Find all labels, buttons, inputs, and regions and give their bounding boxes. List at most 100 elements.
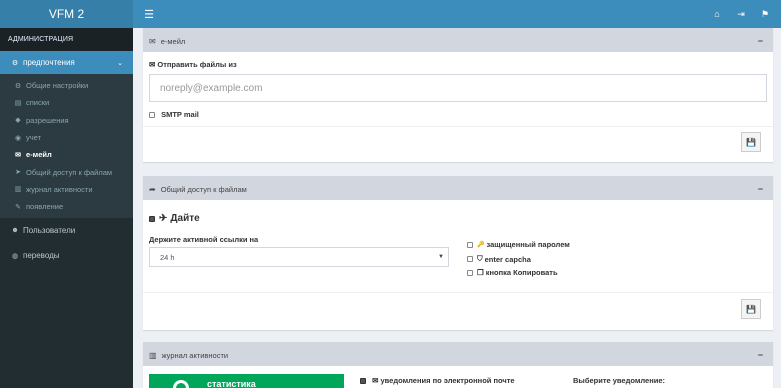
email-notifications-label: уведомления по электронной почте (380, 376, 515, 385)
option-captcha[interactable]: ⛉ enter capcha (467, 254, 531, 264)
sidebar-item-label: переводы (23, 251, 60, 261)
password-checkbox[interactable] (467, 241, 473, 248)
send-from-input[interactable]: noreply@example.com (149, 74, 767, 102)
collapse-icon[interactable]: − (758, 36, 763, 46)
statistics-label: статистика (207, 379, 256, 388)
option-label: защищенный паролем (486, 240, 570, 249)
panel-title: e-мейл (160, 36, 186, 46)
keep-links-label: Держите активной ссылки на (149, 235, 259, 244)
file-sharing-panel: ➦ Общий доступ к файлам − ✈ Дайте Держит… (143, 176, 773, 330)
main-content: ✉ e-мейл − ✉ Отправить файлы из noreply@… (133, 28, 781, 388)
top-navbar: ☰ ⌂ ⇥ ⚑ (133, 0, 781, 28)
sidebar-item-label: журнал активности (26, 184, 93, 194)
sidebar-item-label: предпочтения (23, 58, 75, 67)
floppy-disk-icon: 💾 (746, 137, 756, 147)
envelope-icon: ✉ (15, 151, 21, 159)
collapse-icon[interactable]: − (758, 184, 763, 194)
choose-notification-label: Выберите уведомление: (573, 376, 666, 385)
sidebar-item-accounts[interactable]: ◉ учет (0, 129, 133, 146)
home-icon[interactable]: ⌂ (705, 9, 729, 19)
caret-down-icon: ▼ (438, 254, 444, 260)
sidebar-item-preferences[interactable]: ⚙ предпочтения ⌄ (0, 51, 133, 74)
sidebar-item-label: Общие настройки (26, 81, 89, 91)
logout-icon[interactable]: ⇥ (729, 9, 753, 20)
option-password[interactable]: 🔑 защищенный паролем (467, 240, 570, 249)
flag-icon[interactable]: ⚑ (753, 9, 777, 20)
copy-icon: ❐ (477, 268, 484, 277)
sidebar-item-label: Общий доступ к файлам (26, 167, 113, 177)
statistics-box[interactable]: статистика (149, 374, 344, 388)
email-notifications-row[interactable]: ✉ уведомления по электронной почте (360, 376, 515, 385)
keep-links-value: 24 h (160, 252, 175, 262)
option-label: enter capcha (484, 254, 531, 264)
sidebar-item-appearance[interactable]: ✎ появление (0, 198, 133, 215)
pie-chart-icon (173, 380, 189, 388)
key-icon: 🔑 (477, 242, 485, 248)
users-icon: ☻ (11, 227, 19, 235)
paper-plane-icon: ✈ (159, 213, 168, 224)
paper-plane-icon: ➤ (15, 169, 21, 177)
gear-icon: ⚙ (11, 59, 19, 67)
save-button[interactable]: 💾 (741, 299, 761, 319)
sidebar-item-activity-log[interactable]: ▥ журнал активности (0, 181, 133, 198)
sidebar-item-users[interactable]: ☻ Пользователи (0, 218, 133, 243)
panel-title: Общий доступ к файлам (160, 184, 247, 194)
sidebar-item-file-sharing[interactable]: ➤ Общий доступ к файлам (0, 163, 133, 180)
sidebar-item-label: списки (26, 98, 50, 108)
share-icon: ➦ (149, 184, 156, 194)
option-label: кнопка Копировать (485, 268, 558, 277)
bar-chart-icon: ▥ (14, 186, 22, 194)
captcha-checkbox[interactable] (467, 256, 473, 262)
copy-button-checkbox[interactable] (467, 269, 473, 276)
send-from-label-text: Отправить файлы из (157, 60, 237, 69)
keep-links-select[interactable]: 24 h ▼ (149, 247, 449, 267)
floppy-disk-icon: 💾 (746, 304, 756, 314)
envelope-icon: ✉ (149, 36, 156, 46)
bar-chart-icon: ▥ (149, 350, 157, 360)
smtp-label: SMTP mail (161, 110, 199, 119)
gears-icon: ⚙ (14, 82, 22, 90)
enable-sharing-checkbox[interactable] (149, 215, 155, 222)
sidebar-item-label: Пользователи (23, 226, 76, 236)
sidebar-item-permissions[interactable]: ◆ разрешения (0, 112, 133, 129)
app-logo[interactable]: VFM 2 (0, 0, 133, 28)
smtp-checkbox[interactable] (149, 112, 155, 119)
activity-log-panel: ▥ журнал активности − статистика ✉ уведо… (143, 342, 773, 388)
sidebar-item-label: появление (26, 202, 64, 212)
send-from-label: ✉ Отправить файлы из (149, 60, 237, 69)
sidebar-item-general-settings[interactable]: ⚙ Общие настройки (0, 77, 133, 94)
envelope-icon: ✉ (372, 376, 379, 385)
graduation-cap-icon: ◆ (15, 117, 21, 125)
list-icon: ▤ (14, 99, 22, 107)
email-notifications-checkbox[interactable] (360, 378, 366, 385)
shield-icon: ⛉ (477, 254, 483, 263)
sidebar: АДМИНИСТРАЦИЯ ⚙ предпочтения ⌄ ⚙ Общие н… (0, 28, 133, 388)
user-add-icon: ◉ (14, 134, 22, 142)
panel-title: журнал активности (161, 350, 229, 360)
divider (143, 126, 773, 127)
sidebar-item-label: e-мейл (26, 150, 52, 160)
option-copy-button[interactable]: ❐ кнопка Копировать (467, 268, 558, 277)
sidebar-item-translations[interactable]: ◍ переводы (0, 243, 133, 268)
sidebar-item-label: учет (26, 133, 42, 143)
sidebar-submenu: ⚙ Общие настройки ▤ списки ◆ разрешения … (0, 74, 133, 219)
envelope-outline-icon: ✉ (149, 60, 156, 69)
divider (143, 292, 773, 293)
smtp-checkbox-row[interactable]: SMTP mail (149, 110, 199, 119)
brush-icon: ✎ (15, 203, 21, 211)
activity-log-panel-header: ▥ журнал активности − (143, 344, 773, 366)
sidebar-item-label: разрешения (26, 115, 69, 125)
sidebar-item-lists[interactable]: ▤ списки (0, 94, 133, 111)
file-sharing-panel-header: ➦ Общий доступ к файлам − (143, 178, 773, 200)
save-button[interactable]: 💾 (741, 132, 761, 152)
navbar-right: ⌂ ⇥ ⚑ (705, 9, 777, 20)
sidebar-header: АДМИНИСТРАЦИЯ (0, 28, 133, 51)
enable-sharing-row[interactable]: ✈ Дайте (149, 213, 200, 224)
sidebar-toggle-icon[interactable]: ☰ (137, 8, 161, 21)
globe-icon: ◍ (11, 252, 19, 260)
chevron-down-icon: ⌄ (117, 59, 123, 67)
collapse-icon[interactable]: − (758, 350, 763, 360)
sidebar-item-email[interactable]: ✉ e-мейл (0, 146, 133, 163)
enable-sharing-label: Дайте (170, 213, 200, 224)
email-panel: ✉ e-мейл − ✉ Отправить файлы из noreply@… (143, 28, 773, 162)
